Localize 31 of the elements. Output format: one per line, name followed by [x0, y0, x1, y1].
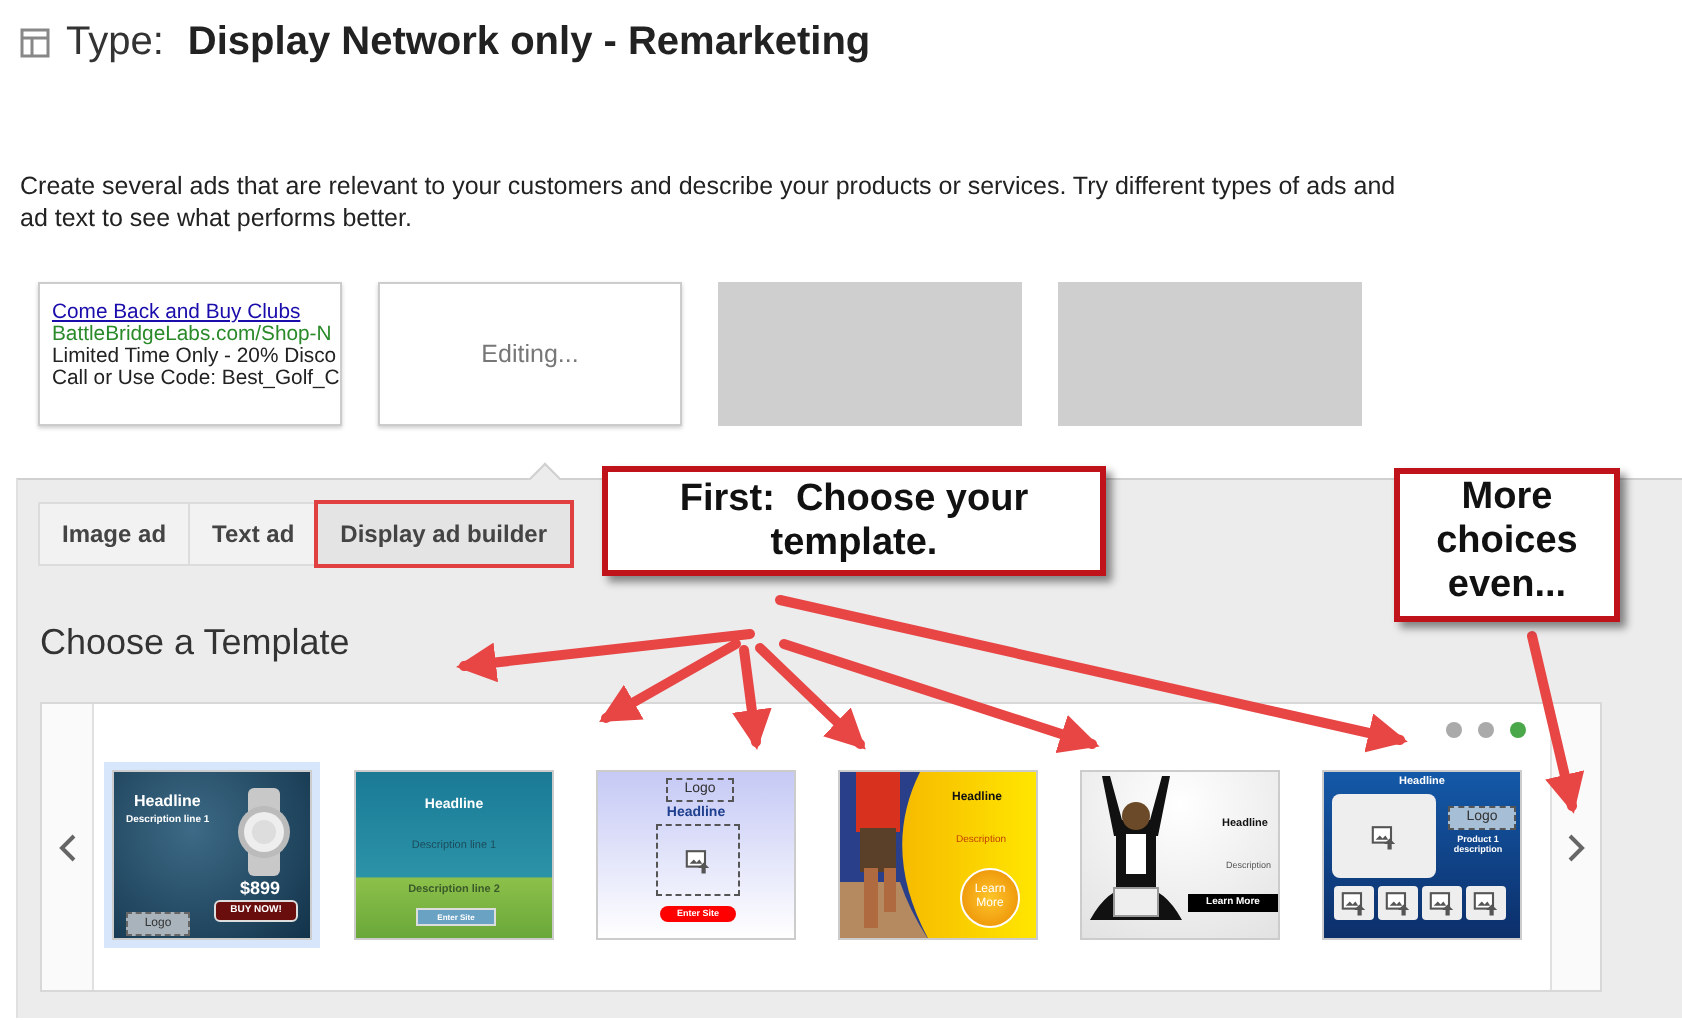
page-dot[interactable]	[1446, 722, 1462, 738]
annotation-callout: First: Choose your template.	[602, 466, 1106, 576]
next-button[interactable]	[1550, 704, 1600, 990]
previous-button[interactable]	[42, 704, 94, 990]
ad-text-line: Call or Use Code: Best_Golf_C	[52, 368, 340, 390]
tab[interactable]: Text ad	[188, 502, 319, 566]
chevron-left-icon	[57, 831, 77, 863]
template-text: $899	[240, 878, 281, 898]
ad-preview-card[interactable]: Editing...	[378, 282, 682, 426]
image-upload-icon	[1370, 823, 1398, 849]
tab[interactable]: Display ad builder	[316, 502, 572, 566]
image-upload-icon	[1340, 890, 1368, 916]
section-title: Choose a Template	[40, 622, 350, 664]
campaign-type: Display Network only - Remarketing	[187, 20, 871, 66]
image-upload-icon	[1428, 890, 1456, 916]
page-dot[interactable]	[1510, 722, 1526, 738]
layout-icon	[20, 28, 50, 58]
ad-headline: Come Back and Buy Clubs	[52, 302, 303, 324]
page-dot[interactable]	[1478, 722, 1494, 738]
chevron-right-icon	[1566, 831, 1586, 863]
description-text: Create several ads that are relevant to your customers and describe your products or services. Try different types of ads and ad text to see what performs better.	[20, 170, 1398, 234]
template-text: Headline	[134, 792, 201, 810]
image-upload-icon	[1384, 890, 1412, 916]
ad-text-line: Limited Time Only - 20% Disco	[52, 346, 339, 368]
ad-preview-card[interactable]: Come Back and Buy Clubs BattleBridgeLabs.com/Shop-N Limited Time Only - 20% Disco Call or Use Code: Best_Golf_C	[38, 282, 342, 426]
image-upload-icon	[1472, 890, 1500, 916]
tab[interactable]: Image ad	[38, 502, 191, 566]
type-label: Type:	[66, 20, 164, 66]
image-upload-icon	[684, 847, 712, 873]
ad-url: BattleBridgeLabs.com/Shop-N	[52, 324, 334, 346]
annotation-callout: More choices even...	[1394, 468, 1620, 622]
